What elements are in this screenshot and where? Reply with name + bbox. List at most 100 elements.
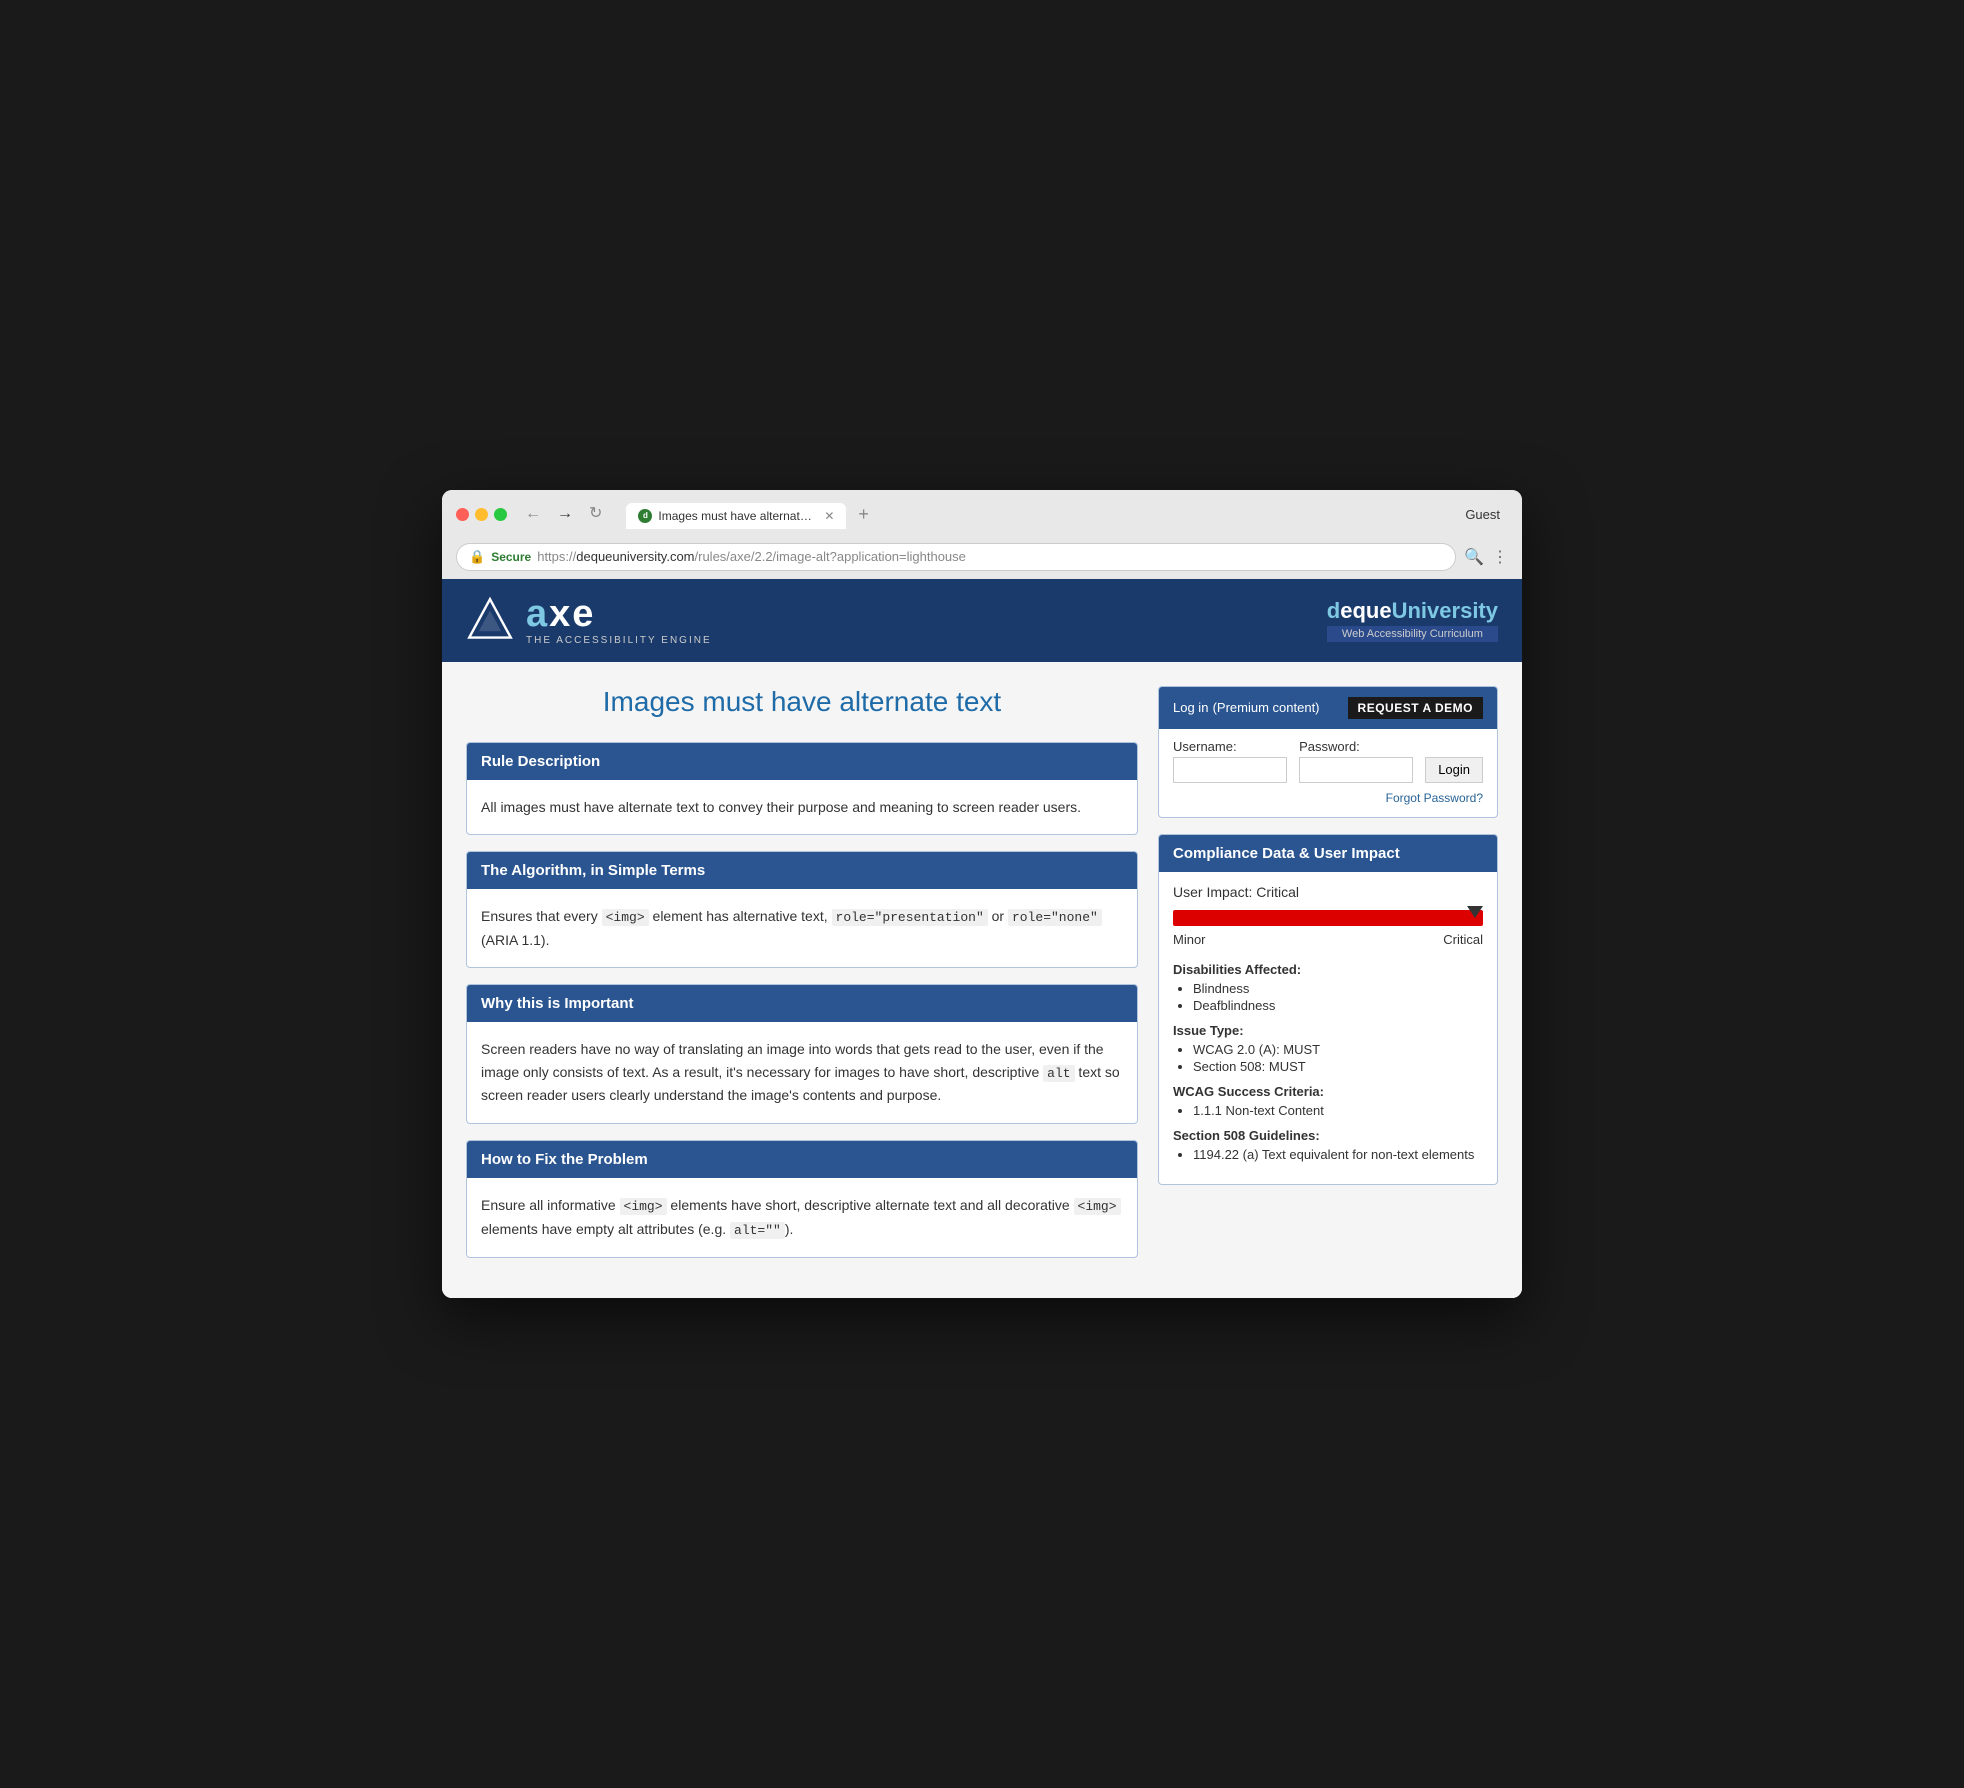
- compliance-body: User Impact: Critical Minor Critical: [1159, 872, 1497, 1184]
- impact-indicator: [1467, 906, 1483, 918]
- page-title: Images must have alternate text: [466, 686, 1138, 718]
- how-to-fix-text: Ensure all informative <img> elements ha…: [481, 1194, 1123, 1242]
- issue-type-title: Issue Type:: [1173, 1023, 1483, 1038]
- password-input[interactable]: [1299, 757, 1413, 783]
- url-path: /rules/axe/2.2/image-alt?application=lig…: [695, 549, 966, 564]
- user-impact: User Impact: Critical: [1173, 884, 1483, 900]
- disability-item: Deafblindness: [1193, 998, 1483, 1013]
- why-important-header: Why this is Important: [467, 985, 1137, 1022]
- rule-description-header: Rule Description: [467, 743, 1137, 780]
- reload-button[interactable]: ↻: [583, 504, 608, 524]
- login-fields: Username: Password: Login: [1173, 739, 1483, 783]
- rule-description-section: Rule Description All images must have al…: [466, 742, 1138, 835]
- url-base: dequeuniversity.com: [576, 549, 694, 564]
- why-important-body: Screen readers have no way of translatin…: [467, 1022, 1137, 1123]
- alt-empty-code: alt="": [730, 1222, 785, 1239]
- login-header-title: Log in (Premium content): [1173, 699, 1320, 716]
- axe-logo: axe THE ACCESSIBILITY ENGINE: [466, 595, 712, 646]
- page-content: axe THE ACCESSIBILITY ENGINE dequeUniver…: [442, 579, 1522, 1299]
- browser-tab[interactable]: d Images must have alternate te... ✕: [626, 503, 846, 529]
- impact-slider: [1173, 910, 1483, 926]
- guest-label: Guest: [1465, 507, 1508, 522]
- alt-text-code: alt: [1043, 1065, 1074, 1082]
- impact-labels: Minor Critical: [1173, 932, 1483, 947]
- wcag-title: WCAG Success Criteria:: [1173, 1084, 1483, 1099]
- axe-letter-a: a: [526, 593, 549, 635]
- impact-track: [1173, 910, 1483, 926]
- disability-item: Blindness: [1193, 981, 1483, 996]
- disabilities-list: Blindness Deafblindness: [1173, 981, 1483, 1013]
- algorithm-text: Ensures that every <img> element has alt…: [481, 905, 1123, 951]
- address-bar[interactable]: 🔒 Secure https://dequeuniversity.com/rul…: [456, 543, 1456, 571]
- img-tag-3: <img>: [1074, 1198, 1121, 1215]
- right-column: Log in (Premium content) REQUEST A DEMO …: [1158, 686, 1498, 1275]
- algorithm-body: Ensures that every <img> element has alt…: [467, 889, 1137, 967]
- img-tag-2: <img>: [620, 1198, 667, 1215]
- wcag-list: 1.1.1 Non-text Content: [1173, 1103, 1483, 1118]
- back-button[interactable]: ←: [519, 504, 547, 524]
- compliance-header: Compliance Data & User Impact: [1159, 835, 1497, 872]
- issue-type-item: WCAG 2.0 (A): MUST: [1193, 1042, 1483, 1057]
- algorithm-section: The Algorithm, in Simple Terms Ensures t…: [466, 851, 1138, 968]
- deque-name: dequeUniversity: [1327, 598, 1498, 624]
- traffic-lights: [456, 508, 507, 521]
- secure-badge: Secure: [491, 550, 531, 564]
- impact-min-label: Minor: [1173, 932, 1206, 947]
- url-display: https://dequeuniversity.com/rules/axe/2.…: [537, 549, 966, 564]
- issue-type-list: WCAG 2.0 (A): MUST Section 508: MUST: [1173, 1042, 1483, 1074]
- impact-max-label: Critical: [1443, 932, 1483, 947]
- user-impact-value: Critical: [1256, 884, 1299, 900]
- issue-type-section: Issue Type: WCAG 2.0 (A): MUST Section 5…: [1173, 1023, 1483, 1074]
- request-demo-button[interactable]: REQUEST A DEMO: [1348, 697, 1483, 719]
- minimize-button[interactable]: [475, 508, 488, 521]
- axe-brand-name: axe: [526, 595, 712, 633]
- forward-button[interactable]: →: [551, 504, 579, 524]
- lock-icon: 🔒: [469, 549, 485, 565]
- rule-description-body: All images must have alternate text to c…: [467, 780, 1137, 834]
- disabilities-title: Disabilities Affected:: [1173, 962, 1483, 977]
- section508-item: 1194.22 (a) Text equivalent for non-text…: [1193, 1147, 1483, 1162]
- left-column: Images must have alternate text Rule Des…: [466, 686, 1138, 1275]
- close-button[interactable]: [456, 508, 469, 521]
- how-to-fix-header: How to Fix the Problem: [467, 1141, 1137, 1178]
- deque-university-logo: dequeUniversity Web Accessibility Curric…: [1327, 598, 1498, 642]
- address-bar-row: 🔒 Secure https://dequeuniversity.com/rul…: [442, 537, 1522, 579]
- algorithm-header: The Algorithm, in Simple Terms: [467, 852, 1137, 889]
- password-field: Password:: [1299, 739, 1413, 783]
- login-button[interactable]: Login: [1425, 757, 1483, 783]
- username-input[interactable]: [1173, 757, 1287, 783]
- wcag-section: WCAG Success Criteria: 1.1.1 Non-text Co…: [1173, 1084, 1483, 1118]
- how-to-fix-section: How to Fix the Problem Ensure all inform…: [466, 1140, 1138, 1259]
- section508-section: Section 508 Guidelines: 1194.22 (a) Text…: [1173, 1128, 1483, 1162]
- forgot-password: Forgot Password?: [1173, 791, 1483, 805]
- tab-favicon: d: [638, 509, 652, 523]
- login-body: Username: Password: Login: [1159, 729, 1497, 817]
- tab-title: Images must have alternate te...: [658, 509, 818, 523]
- user-impact-label: User Impact:: [1173, 884, 1252, 900]
- tab-close-button[interactable]: ✕: [824, 509, 834, 523]
- wcag-item: 1.1.1 Non-text Content: [1193, 1103, 1483, 1118]
- new-tab-button[interactable]: +: [850, 500, 877, 529]
- search-icon[interactable]: 🔍: [1464, 547, 1484, 567]
- section508-list: 1194.22 (a) Text equivalent for non-text…: [1173, 1147, 1483, 1162]
- role-presentation: role="presentation": [832, 909, 988, 926]
- login-subtitle: (Premium content): [1213, 700, 1320, 715]
- main-layout: Images must have alternate text Rule Des…: [442, 662, 1522, 1299]
- tab-bar: d Images must have alternate te... ✕ +: [626, 500, 877, 529]
- login-submit-wrap: Login: [1425, 739, 1483, 783]
- rule-description-text: All images must have alternate text to c…: [481, 796, 1123, 818]
- axe-brand: axe THE ACCESSIBILITY ENGINE: [526, 595, 712, 646]
- issue-type-item: Section 508: MUST: [1193, 1059, 1483, 1074]
- forgot-password-link[interactable]: Forgot Password?: [1386, 791, 1483, 805]
- how-to-fix-body: Ensure all informative <img> elements ha…: [467, 1178, 1137, 1258]
- login-title: Log in: [1173, 700, 1208, 715]
- maximize-button[interactable]: [494, 508, 507, 521]
- username-field: Username:: [1173, 739, 1287, 783]
- browser-icons-right: 🔍 ⋮: [1464, 547, 1508, 567]
- why-important-section: Why this is Important Screen readers hav…: [466, 984, 1138, 1124]
- disabilities-section: Disabilities Affected: Blindness Deafbli…: [1173, 962, 1483, 1013]
- browser-window: ← → ↻ d Images must have alternate te...…: [442, 490, 1522, 1299]
- menu-icon[interactable]: ⋮: [1492, 547, 1508, 567]
- browser-titlebar: ← → ↻ d Images must have alternate te...…: [442, 490, 1522, 537]
- section508-title: Section 508 Guidelines:: [1173, 1128, 1483, 1143]
